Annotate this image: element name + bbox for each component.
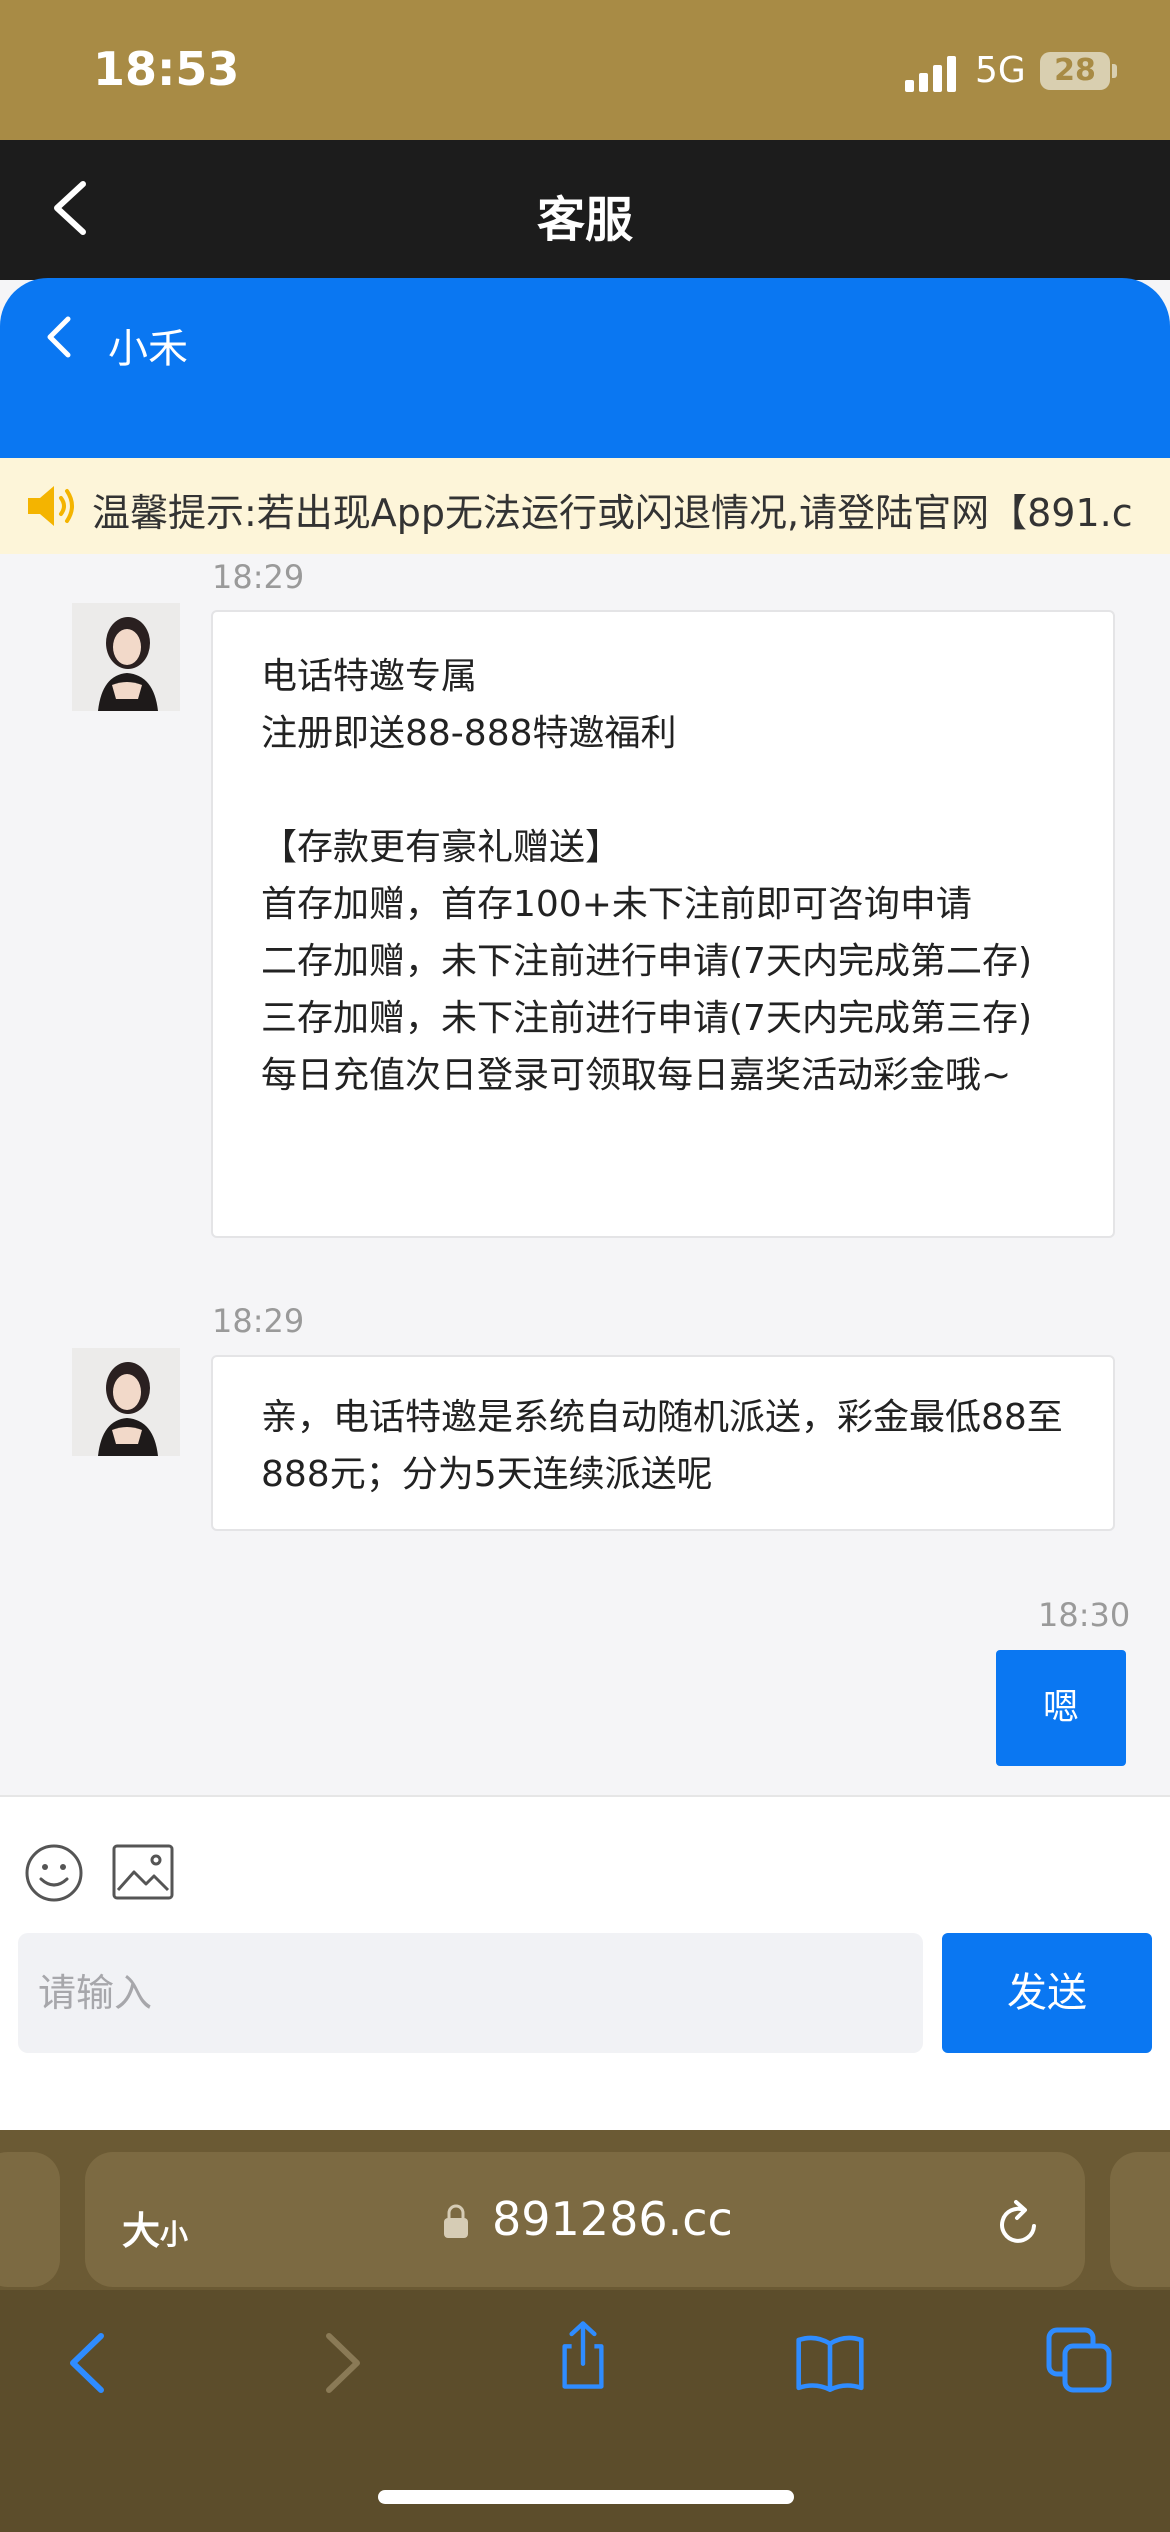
tabs-icon[interactable] (1045, 2326, 1115, 2396)
message-timestamp: 18:29 (212, 1302, 305, 1340)
message-bubble-agent: 亲，电话特邀是系统自动随机派送，彩金最低88至888元；分为5天连续派送呢 (211, 1355, 1115, 1531)
back-icon[interactable] (55, 2328, 125, 2398)
signal-icon (905, 56, 956, 92)
network-type: 5G (975, 50, 1026, 91)
agent-avatar (72, 1348, 180, 1456)
text-size-big: 大 (122, 2209, 161, 2253)
battery-tip (1112, 64, 1117, 78)
emoji-icon[interactable] (24, 1843, 84, 1903)
next-tab-preview[interactable] (1110, 2152, 1170, 2287)
text-size-button[interactable]: 大小 (122, 2200, 188, 2255)
notice-text: 温馨提示:若出现App无法运行或闪退情况,请登陆官网【891.c (92, 491, 1133, 535)
message-timestamp: 18:30 (1038, 1596, 1131, 1634)
chevron-left-icon[interactable] (40, 313, 80, 361)
address-url: 891286.cc (492, 2192, 733, 2246)
message-input[interactable] (18, 1933, 923, 2053)
bookmarks-icon[interactable] (795, 2328, 865, 2398)
status-time: 18:53 (93, 42, 240, 96)
send-button[interactable]: 发送 (942, 1933, 1152, 2053)
page-title: 客服 (536, 192, 633, 248)
image-icon[interactable] (112, 1844, 174, 1900)
battery-icon: 28 (1040, 52, 1110, 90)
message-timestamp: 18:29 (212, 558, 305, 596)
message-bubble-user: 嗯 (996, 1650, 1126, 1766)
previous-tab-preview[interactable] (0, 2152, 60, 2287)
lock-icon (444, 2204, 468, 2238)
speaker-icon (28, 486, 74, 526)
agent-avatar (72, 603, 180, 711)
reload-icon[interactable] (994, 2196, 1044, 2250)
agent-name: 小禾 (108, 326, 188, 372)
home-indicator (378, 2490, 794, 2504)
message-bubble-agent: 电话特邀专属 注册即送88-888特邀福利 【存款更有豪礼赠送】 首存加赠，首存… (211, 610, 1115, 1238)
forward-icon[interactable] (305, 2328, 375, 2398)
share-icon[interactable] (548, 2320, 618, 2390)
text-size-small: 小 (160, 2218, 189, 2251)
